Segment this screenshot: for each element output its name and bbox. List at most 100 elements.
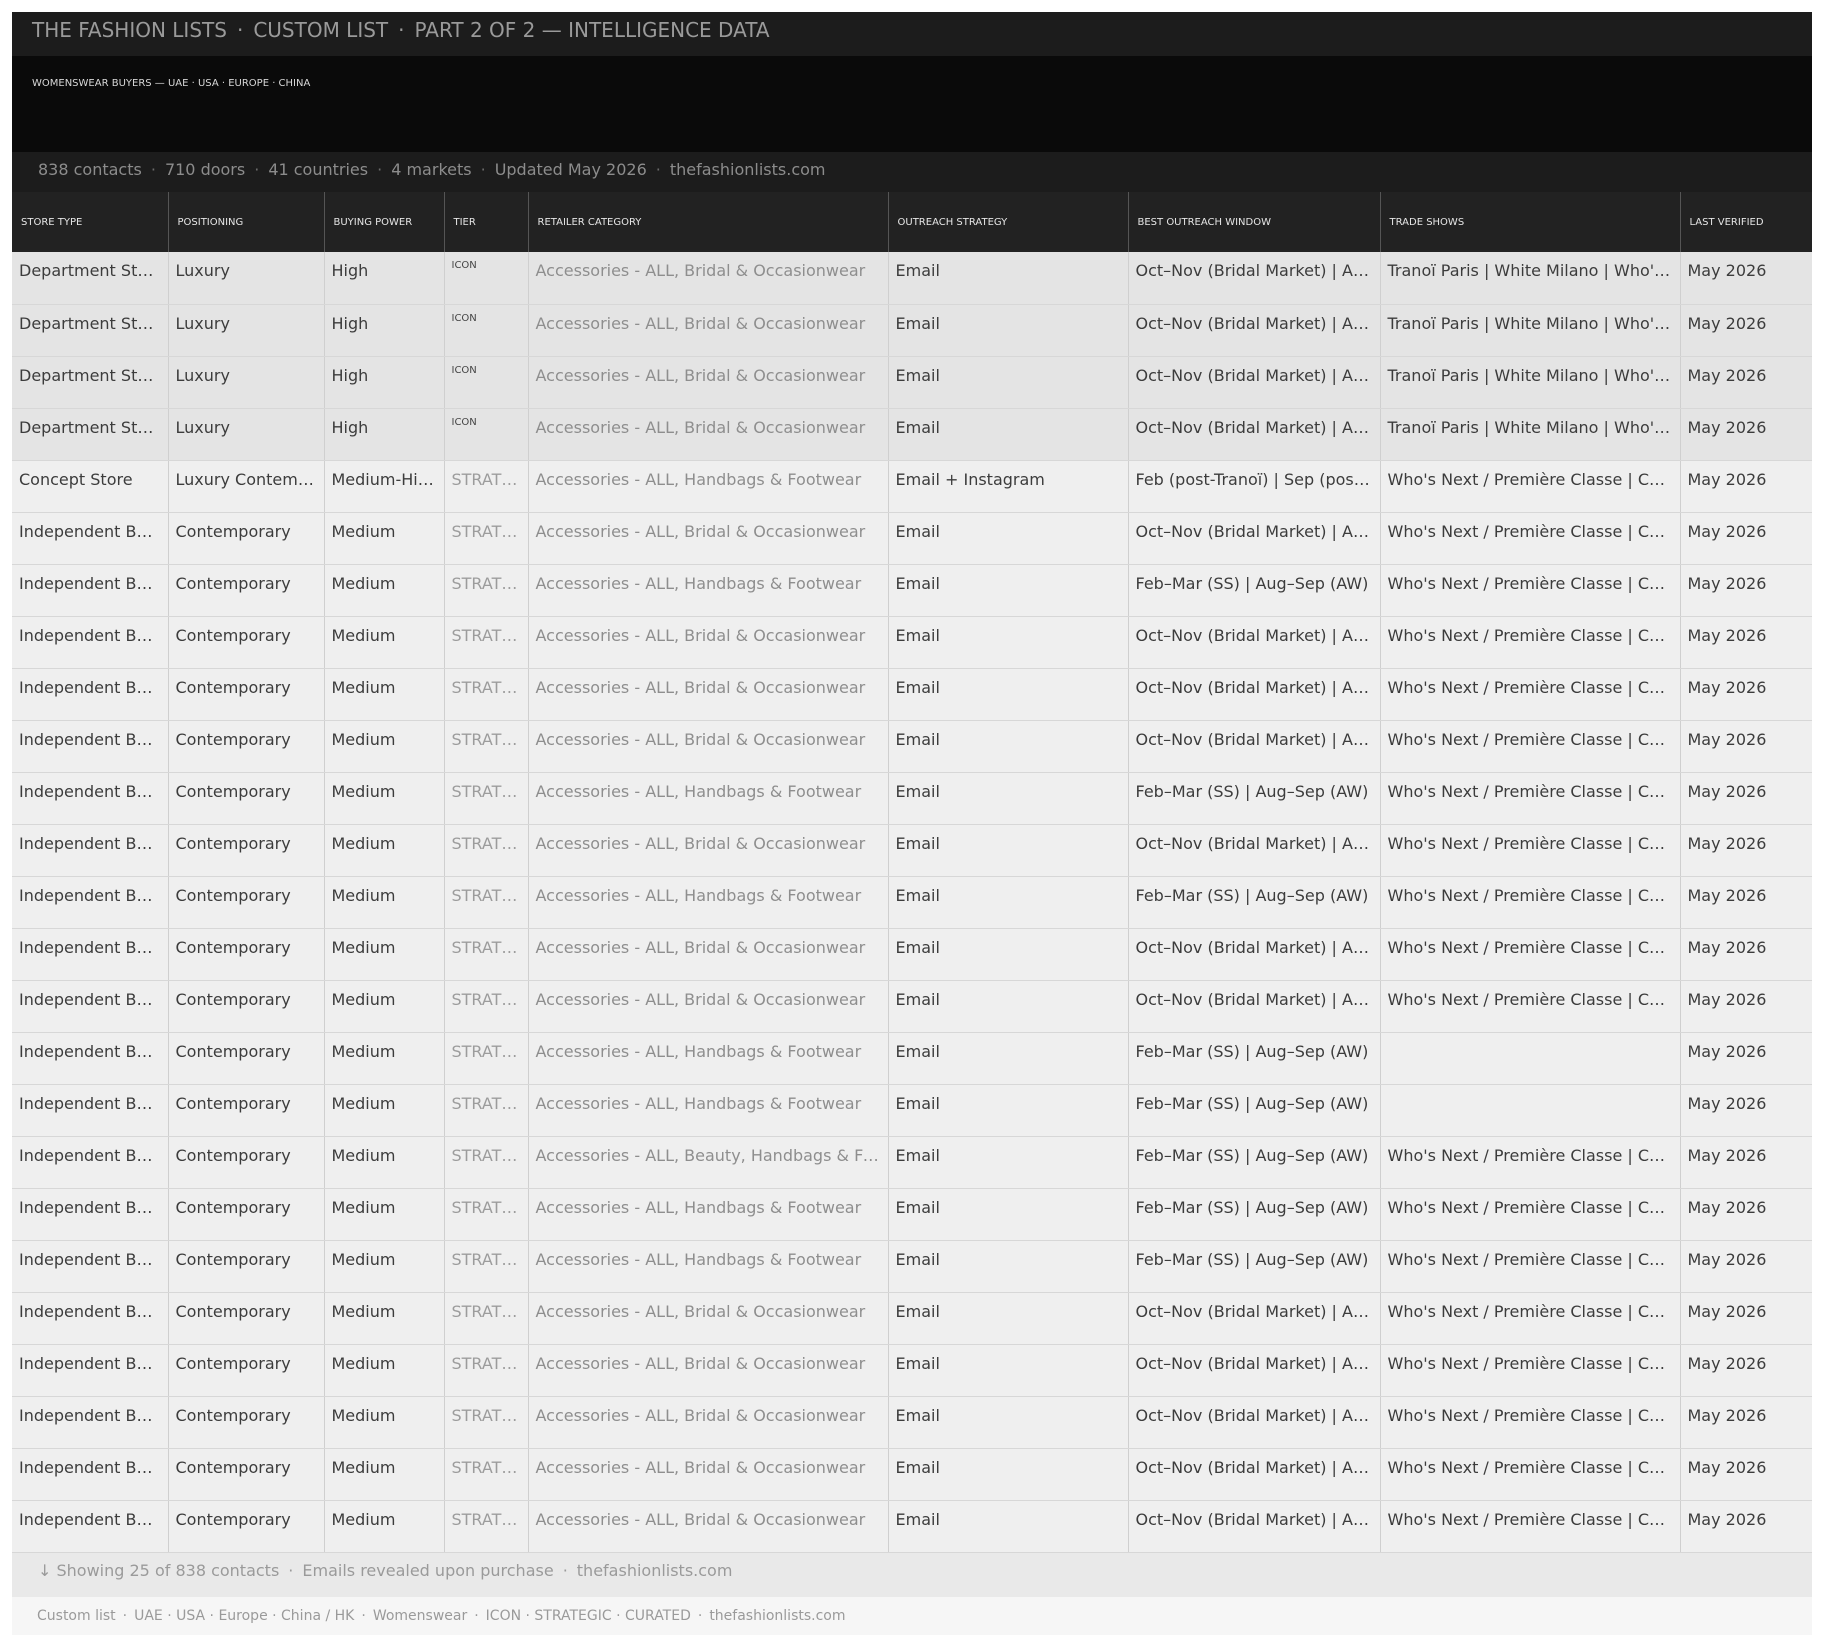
cell-trade-shows: Who's Next / Première Classe | Coterie xyxy=(1380,876,1681,929)
cell-outreach-strategy: Email xyxy=(888,408,1129,461)
cell-buying-power: High xyxy=(324,304,445,357)
cell-last-verified: May 2026 xyxy=(1680,1188,1812,1241)
cell-retailer-category: Accessories - ALL, Handbags & Footwear xyxy=(528,876,889,929)
cell-store-type: Independent Boutique xyxy=(12,1136,169,1189)
cell-trade-shows: Tranoï Paris | White Milano | Who's Next xyxy=(1380,304,1681,357)
cell-buying-power: Medium-High xyxy=(324,460,445,513)
cell-tier: STRATEGIC xyxy=(444,1500,529,1553)
cell-outreach-window: Oct–Nov (Bridal Market) | Aug–Sep (AW) xyxy=(1128,252,1381,305)
table-row[interactable]: Department Store Luxury High ICON Accessorie… xyxy=(12,356,1812,409)
table-row[interactable]: Independent BoutiqueContemporaryMediumST… xyxy=(12,772,1812,825)
table-row[interactable]: Independent BoutiqueContemporaryMediumST… xyxy=(12,1136,1812,1189)
cell-outreach-strategy: Email xyxy=(888,1448,1129,1501)
cell-tier: STRATEGIC xyxy=(444,1084,529,1137)
cell-positioning: Luxury xyxy=(168,252,325,305)
table-row[interactable]: Independent BoutiqueContemporaryMediumST… xyxy=(12,824,1812,877)
table-row[interactable]: Independent BoutiqueContemporaryMediumST… xyxy=(12,1032,1812,1085)
cell-outreach-window: Oct–Nov (Bridal Market) | Aug–Sep (AW) xyxy=(1128,1448,1381,1501)
table-row[interactable]: Independent BoutiqueContemporaryMediumST… xyxy=(12,1344,1812,1397)
cell-outreach-window: Feb–Mar (SS) | Aug–Sep (AW) xyxy=(1128,772,1381,825)
cell-retailer-category: Accessories - ALL, Bridal & Occasionwear xyxy=(528,408,889,461)
stat-contacts: 838 contacts xyxy=(38,160,142,179)
table-row[interactable]: Independent BoutiqueContemporaryMediumST… xyxy=(12,980,1812,1033)
cell-buying-power: Medium xyxy=(324,1448,445,1501)
cell-outreach-strategy: Email xyxy=(888,252,1129,305)
table-row[interactable]: Independent BoutiqueContemporaryMediumST… xyxy=(12,1188,1812,1241)
cell-last-verified: May 2026 xyxy=(1680,512,1812,565)
cell-trade-shows: Tranoï Paris | White Milano | Who's Next xyxy=(1380,408,1681,461)
table-row[interactable]: Independent BoutiqueContemporaryMediumST… xyxy=(12,512,1812,565)
cell-tier: STRATEGIC xyxy=(444,460,529,513)
cell-outreach-strategy: Email + Instagram xyxy=(888,460,1129,513)
table-row[interactable]: Concept StoreLuxury ContemporaryMedium-H… xyxy=(12,460,1812,513)
meta-site-link[interactable]: thefashionlists.com xyxy=(709,1608,845,1624)
cell-outreach-strategy: Email xyxy=(888,1396,1129,1449)
cell-retailer-category: Accessories - ALL, Bridal & Occasionwear xyxy=(528,1448,889,1501)
cell-positioning: Contemporary xyxy=(168,772,325,825)
stat-markets: 4 markets xyxy=(391,160,472,179)
table-row[interactable]: Department Store Luxury High ICON Accessorie… xyxy=(12,408,1812,461)
footer-site-link[interactable]: thefashionlists.com xyxy=(577,1561,733,1580)
table-row[interactable]: Independent BoutiqueContemporaryMediumST… xyxy=(12,1396,1812,1449)
table-row[interactable]: Independent BoutiqueContemporaryMediumST… xyxy=(12,1500,1812,1553)
cell-trade-shows: Who's Next / Première Classe | Coterie xyxy=(1380,1136,1681,1189)
cell-buying-power: Medium xyxy=(324,980,445,1033)
cell-outreach-strategy: Email xyxy=(888,876,1129,929)
table-row[interactable]: Department Store Luxury High ICON Accessorie… xyxy=(12,252,1812,305)
stats-bar: 838 contacts · 710 doors · 41 countries · 4 ma… xyxy=(12,152,1812,192)
cell-buying-power: High xyxy=(324,252,445,305)
table-row[interactable]: Independent BoutiqueContemporaryMediumST… xyxy=(12,1292,1812,1345)
table-row[interactable]: Independent BoutiqueContemporaryMediumST… xyxy=(12,720,1812,773)
cell-outreach-window: Feb–Mar (SS) | Aug–Sep (AW) xyxy=(1128,876,1381,929)
cell-last-verified: May 2026 xyxy=(1680,1084,1812,1137)
cell-store-type: Independent Boutique xyxy=(12,720,169,773)
title-separator: · xyxy=(236,18,244,42)
table-row[interactable]: Independent BoutiqueContemporaryMediumST… xyxy=(12,564,1812,617)
hero-subtitle: WOMENSWEAR BUYERS — UAE · USA · EUROPE ·… xyxy=(32,78,311,89)
cell-buying-power: Medium xyxy=(324,772,445,825)
cell-last-verified: May 2026 xyxy=(1680,1032,1812,1085)
cell-store-type: Department Store xyxy=(12,408,169,461)
cell-tier: STRATEGIC xyxy=(444,824,529,877)
table-row[interactable]: Department Store Luxury High ICON Accessorie… xyxy=(12,304,1812,357)
cell-outreach-window: Oct–Nov (Bridal Market) | Aug–Sep (AW) xyxy=(1128,668,1381,721)
cell-retailer-category: Accessories - ALL, Bridal & Occasionwear xyxy=(528,1344,889,1397)
cell-outreach-strategy: Email xyxy=(888,1136,1129,1189)
cell-trade-shows: Who's Next / Première Classe | Coterie xyxy=(1380,512,1681,565)
column-header-last-verified: LAST VERIFIED xyxy=(1680,192,1812,252)
table-row[interactable]: Independent BoutiqueContemporaryMediumST… xyxy=(12,1448,1812,1501)
table-row[interactable]: Independent BoutiqueContemporaryMediumST… xyxy=(12,616,1812,669)
cell-retailer-category: Accessories - ALL, Handbags & Footwear xyxy=(528,564,889,617)
cell-outreach-window: Oct–Nov (Bridal Market) | Aug–Sep (AW) xyxy=(1128,824,1381,877)
table-row[interactable]: Independent BoutiqueContemporaryMediumST… xyxy=(12,928,1812,981)
column-header-tier: TIER xyxy=(444,192,529,252)
cell-retailer-category: Accessories - ALL, Bridal & Occasionwear xyxy=(528,720,889,773)
cell-outreach-window: Oct–Nov (Bridal Market) | Aug–Sep (AW) xyxy=(1128,980,1381,1033)
cell-retailer-category: Accessories - ALL, Bridal & Occasionwear xyxy=(528,1500,889,1553)
cell-retailer-category: Accessories - ALL, Bridal & Occasionwear xyxy=(528,668,889,721)
cell-tier: STRATEGIC xyxy=(444,1292,529,1345)
cell-last-verified: May 2026 xyxy=(1680,460,1812,513)
cell-trade-shows: Who's Next / Première Classe | Coterie xyxy=(1380,928,1681,981)
cell-tier: STRATEGIC xyxy=(444,564,529,617)
cell-trade-shows: Who's Next / Première Classe | Coterie xyxy=(1380,1292,1681,1345)
table-row[interactable]: Independent BoutiqueContemporaryMediumST… xyxy=(12,876,1812,929)
column-header-buying-power: BUYING POWER xyxy=(324,192,445,252)
cell-outreach-window: Feb (post-Tranoï) | Sep (post-Tranoï) xyxy=(1128,460,1381,513)
title-bar: THE FASHION LISTS · CUSTOM LIST · PART 2 OF … xyxy=(12,12,1812,56)
table-row[interactable]: Independent BoutiqueContemporaryMediumST… xyxy=(12,668,1812,721)
cell-retailer-category: Accessories - ALL, Bridal & Occasionwear xyxy=(528,1292,889,1345)
cell-store-type: Independent Boutique xyxy=(12,668,169,721)
cell-positioning: Contemporary xyxy=(168,1500,325,1553)
cell-trade-shows: Who's Next / Première Classe | Coterie xyxy=(1380,1500,1681,1553)
cell-buying-power: Medium xyxy=(324,1136,445,1189)
table-row[interactable]: Independent BoutiqueContemporaryMediumST… xyxy=(12,1240,1812,1293)
cell-store-type: Department Store xyxy=(12,356,169,409)
results-footer: ↓ Showing 25 of 838 contacts · Emails reve… xyxy=(12,1552,1812,1597)
cell-last-verified: May 2026 xyxy=(1680,1292,1812,1345)
cell-last-verified: May 2026 xyxy=(1680,1396,1812,1449)
cell-positioning: Contemporary xyxy=(168,616,325,669)
cell-buying-power: Medium xyxy=(324,1500,445,1553)
cell-outreach-window: Oct–Nov (Bridal Market) | Aug–Sep (AW) xyxy=(1128,408,1381,461)
table-row[interactable]: Independent BoutiqueContemporaryMediumST… xyxy=(12,1084,1812,1137)
